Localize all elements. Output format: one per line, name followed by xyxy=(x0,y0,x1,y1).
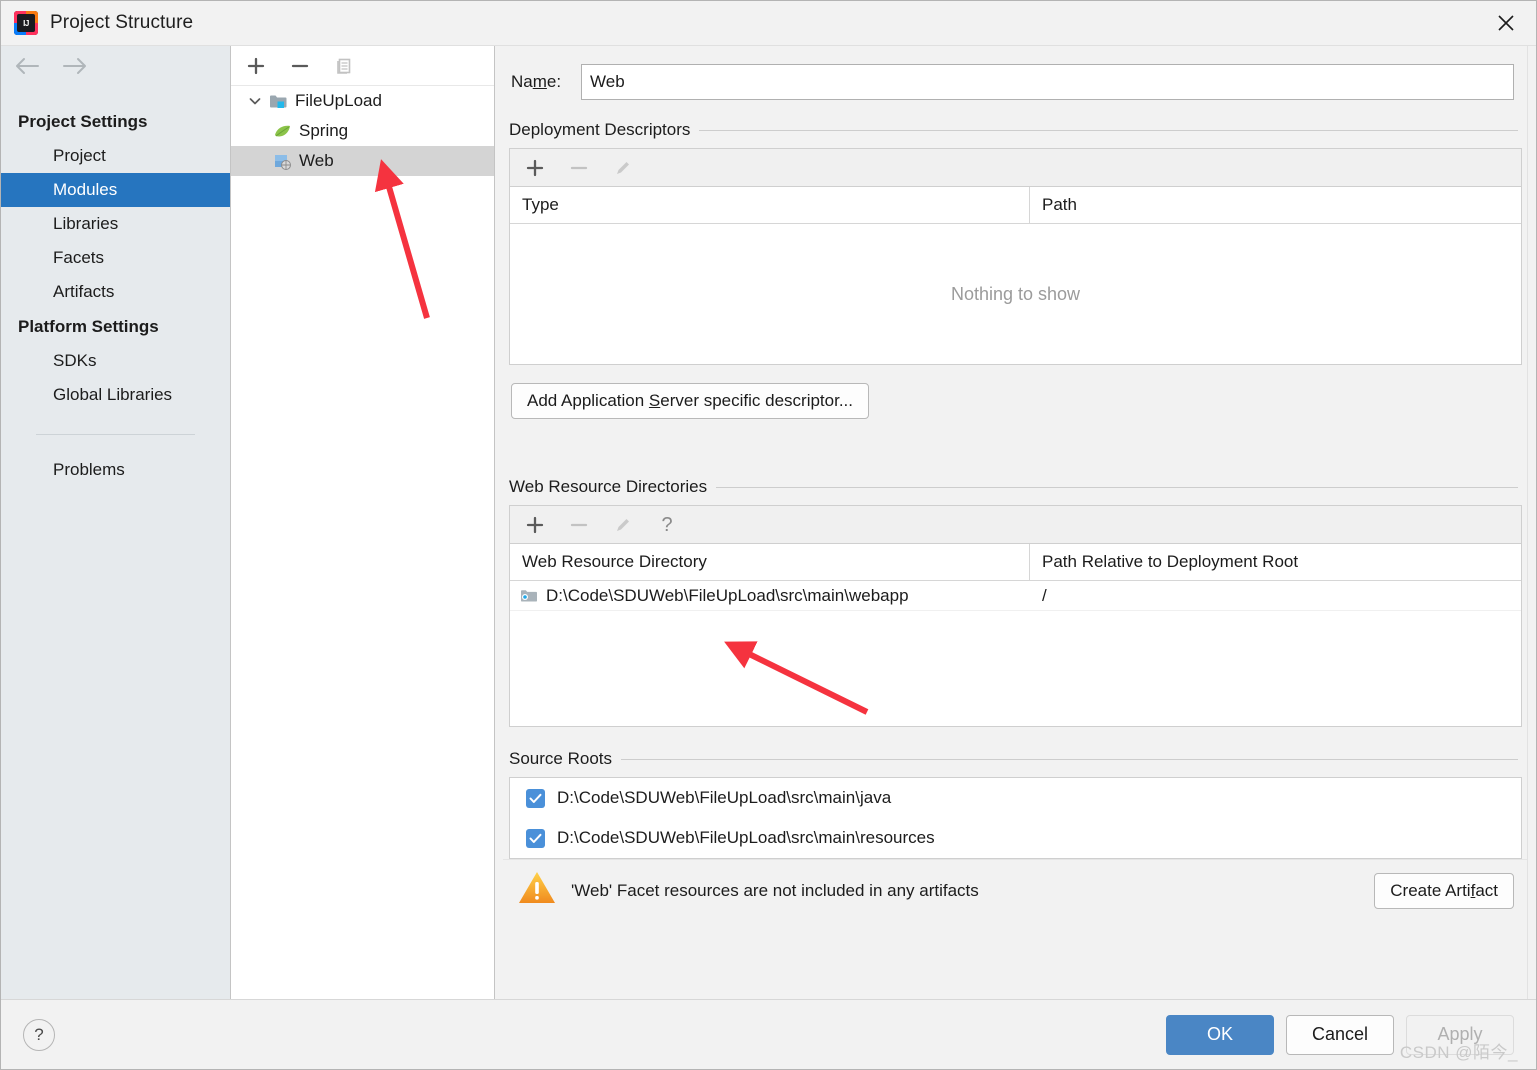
remove-module-button[interactable] xyxy=(287,53,313,79)
apply-button: Apply xyxy=(1406,1014,1514,1055)
section-title: Source Roots xyxy=(509,749,612,768)
column-header-web-resource-directory[interactable]: Web Resource Directory xyxy=(510,544,1030,580)
help-button[interactable]: ? xyxy=(23,1018,55,1051)
web-resource-directory-path: D:\Code\SDUWeb\FileUpLoad\src\main\webap… xyxy=(546,585,909,605)
tree-node-fileupload[interactable]: FileUpLoad xyxy=(231,86,494,116)
dialog-footer: ? OK Cancel Apply CSDN @陌今_ xyxy=(1,999,1536,1069)
module-folder-icon xyxy=(267,93,289,110)
create-artifact-button[interactable]: Create Artifact xyxy=(1374,872,1514,909)
sidebar-item-sdks[interactable]: SDKs xyxy=(1,344,230,378)
copy-module-button[interactable] xyxy=(331,53,357,79)
intellij-logo-icon: IJ xyxy=(14,11,38,35)
sidebar-divider xyxy=(36,434,195,435)
source-root-path: D:\Code\SDUWeb\FileUpLoad\src\main\java xyxy=(557,788,892,807)
sidebar-item-artifacts[interactable]: Artifacts xyxy=(1,275,230,309)
tree-node-label: Spring xyxy=(299,121,349,140)
modules-tree-panel: FileUpLoad Spring Web xyxy=(231,46,495,999)
name-label: Name: xyxy=(511,72,562,91)
column-header-path[interactable]: Path xyxy=(1030,187,1521,223)
deployment-descriptors-toolbar xyxy=(509,148,1522,186)
arrow-left-icon[interactable] xyxy=(14,57,40,80)
source-roots-list: D:\Code\SDUWeb\FileUpLoad\src\main\java … xyxy=(509,777,1522,859)
web-resource-directory-cell: D:\Code\SDUWeb\FileUpLoad\src\main\webap… xyxy=(510,586,1030,606)
folder-web-icon xyxy=(520,588,538,604)
tree-node-web[interactable]: Web xyxy=(231,146,494,176)
web-resource-directories-body: D:\Code\SDUWeb\FileUpLoad\src\main\webap… xyxy=(510,581,1521,726)
add-app-server-descriptor-row: Add Application Server specific descript… xyxy=(503,365,1528,419)
source-root-checkbox[interactable] xyxy=(526,828,545,848)
remove-web-resource-button[interactable] xyxy=(566,512,592,538)
deployment-descriptors-empty: Nothing to show xyxy=(510,224,1521,364)
title-bar: IJ Project Structure xyxy=(1,1,1536,46)
page-title: Project Structure xyxy=(50,12,194,33)
cancel-button[interactable]: Cancel xyxy=(1286,1014,1394,1055)
project-structure-dialog: IJ Project Structure Project Settings Pr… xyxy=(0,0,1537,1070)
add-application-server-descriptor-button[interactable]: Add Application Server specific descript… xyxy=(511,383,870,419)
tree-node-spring[interactable]: Spring xyxy=(231,116,494,146)
section-rule xyxy=(716,486,1518,488)
sidebar-item-modules[interactable]: Modules xyxy=(1,173,230,207)
footer-buttons: OK Cancel Apply xyxy=(1166,1014,1514,1055)
section-rule xyxy=(621,758,1518,760)
table-header-row: Type Path xyxy=(510,187,1521,224)
sidebar-group-project-settings: Project Settings xyxy=(18,111,148,131)
table-row[interactable]: D:\Code\SDUWeb\FileUpLoad\src\main\webap… xyxy=(510,581,1521,611)
ok-button[interactable]: OK xyxy=(1166,1014,1274,1055)
facet-settings-panel: Name: Deployment Descriptors xyxy=(495,46,1536,999)
modules-tree-toolbar xyxy=(231,46,494,86)
deployment-descriptors-section-header: Deployment Descriptors xyxy=(503,106,1528,148)
add-module-button[interactable] xyxy=(243,53,269,79)
arrow-right-icon[interactable] xyxy=(62,57,88,80)
close-icon[interactable] xyxy=(1476,1,1536,45)
logo-text: IJ xyxy=(17,14,35,32)
source-roots-section-header: Source Roots xyxy=(503,727,1528,777)
sidebar-item-project[interactable]: Project xyxy=(1,139,230,173)
dialog-body: Project Settings Project Modules Librari… xyxy=(1,46,1536,999)
tree-node-label: FileUpLoad xyxy=(295,91,382,110)
web-resource-directories-section-header: Web Resource Directories xyxy=(503,419,1528,505)
section-rule xyxy=(699,129,1518,131)
list-item[interactable]: D:\Code\SDUWeb\FileUpLoad\src\main\resou… xyxy=(510,818,1521,858)
edit-descriptor-button[interactable] xyxy=(610,155,636,181)
web-facet-icon xyxy=(271,153,293,170)
settings-sidebar: Project Settings Project Modules Librari… xyxy=(1,46,231,999)
web-resource-relative-path: / xyxy=(1042,585,1047,605)
navigation-arrows xyxy=(1,46,230,90)
sidebar-item-libraries[interactable]: Libraries xyxy=(1,207,230,241)
source-root-checkbox[interactable] xyxy=(526,788,545,808)
web-resource-directories-toolbar: ? xyxy=(509,505,1522,543)
list-item[interactable]: D:\Code\SDUWeb\FileUpLoad\src\main\java xyxy=(510,778,1521,818)
edit-web-resource-button[interactable] xyxy=(610,512,636,538)
chevron-down-icon[interactable] xyxy=(243,94,267,108)
remove-descriptor-button[interactable] xyxy=(566,155,592,181)
name-row: Name: xyxy=(503,46,1528,106)
section-title: Web Resource Directories xyxy=(509,477,708,496)
help-web-resource-button[interactable]: ? xyxy=(654,512,680,538)
column-header-path-relative[interactable]: Path Relative to Deployment Root xyxy=(1030,544,1521,580)
modules-tree: FileUpLoad Spring Web xyxy=(231,86,494,176)
warning-triangle-icon xyxy=(517,870,557,911)
sidebar-group-platform-settings: Platform Settings xyxy=(18,316,159,336)
sidebar-item-facets[interactable]: Facets xyxy=(1,241,230,275)
sidebar-item-problems[interactable]: Problems xyxy=(1,453,230,487)
web-resource-directories-table: Web Resource Directory Path Relative to … xyxy=(509,543,1522,727)
facet-warning-bar: 'Web' Facet resources are not included i… xyxy=(503,859,1528,921)
tree-node-label: Web xyxy=(299,151,334,170)
table-header-row: Web Resource Directory Path Relative to … xyxy=(510,544,1521,581)
add-descriptor-button[interactable] xyxy=(522,155,548,181)
column-header-type[interactable]: Type xyxy=(510,187,1030,223)
main-vertical-scrollbar[interactable] xyxy=(1527,46,1536,999)
deployment-descriptors-table: Type Path Nothing to show xyxy=(509,186,1522,365)
warning-message: 'Web' Facet resources are not included i… xyxy=(571,880,979,900)
source-root-path: D:\Code\SDUWeb\FileUpLoad\src\main\resou… xyxy=(557,828,935,847)
add-web-resource-button[interactable] xyxy=(522,512,548,538)
name-input[interactable] xyxy=(581,64,1514,100)
sidebar-items: Project Settings Project Modules Librari… xyxy=(1,90,230,487)
spring-leaf-icon xyxy=(271,123,293,140)
facet-settings-scroll: Name: Deployment Descriptors xyxy=(495,46,1536,999)
empty-message: Nothing to show xyxy=(950,283,1081,304)
sidebar-item-global-libraries[interactable]: Global Libraries xyxy=(1,378,230,412)
section-title: Deployment Descriptors xyxy=(509,120,691,139)
